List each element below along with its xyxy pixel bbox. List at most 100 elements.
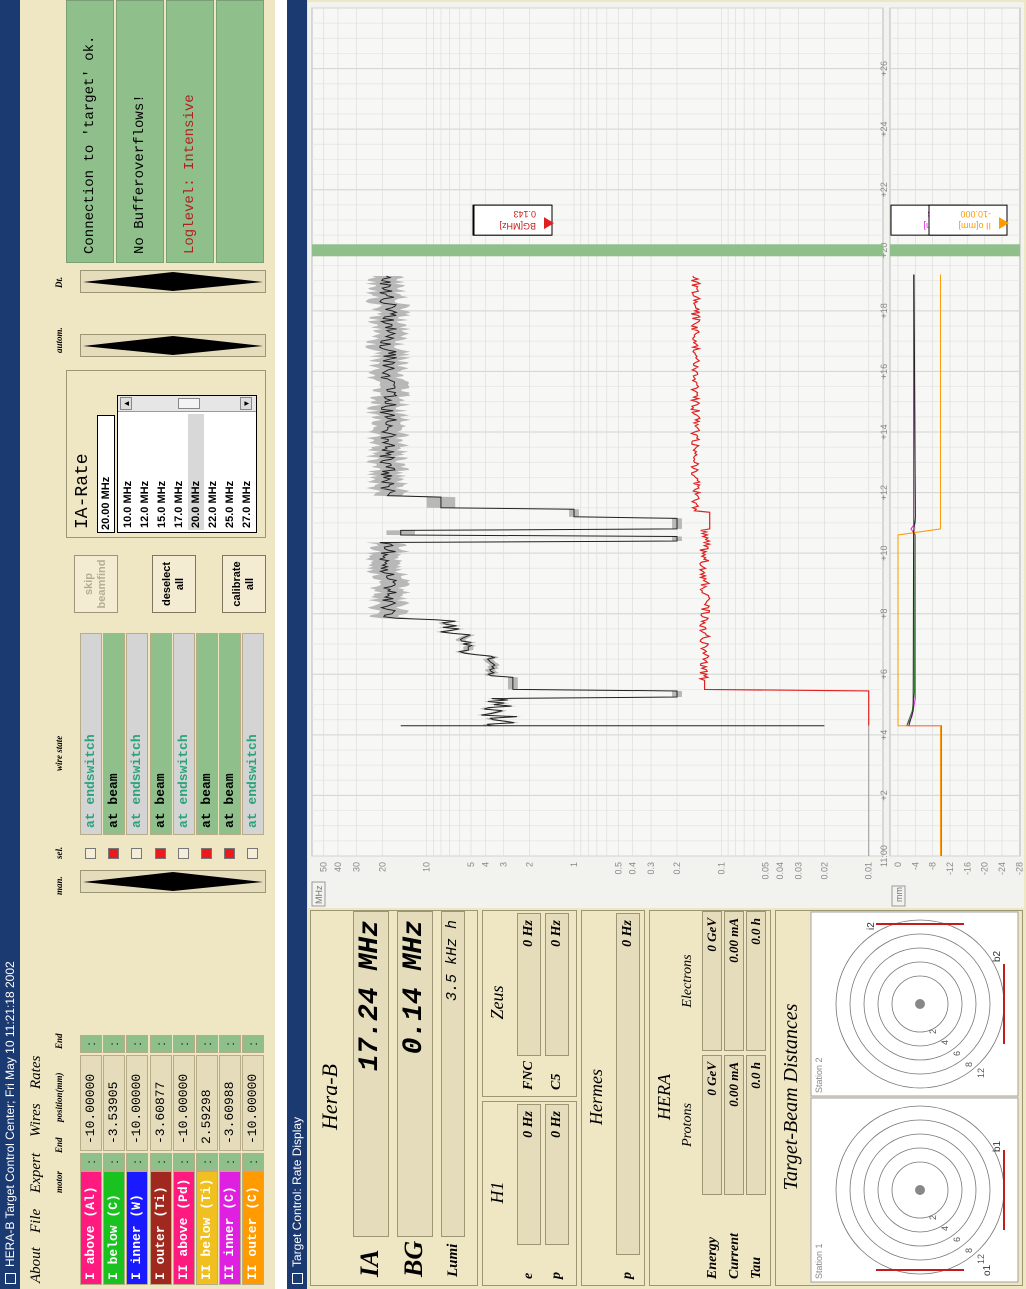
wire-name: II below (Ti) — [196, 1171, 218, 1285]
h1-rows: e 0 Hz p 0 Hz — [517, 1100, 577, 1285]
ia-rate-scrollbar[interactable]: ▲ ▼ — [118, 396, 256, 412]
rate-tick-label: 0.3 — [646, 862, 656, 875]
wire-name: I below (C) — [103, 1171, 126, 1285]
ring-label: 6 — [952, 1051, 962, 1056]
menu-about[interactable]: About — [28, 1247, 45, 1283]
wire-position: -3.53905 — [103, 1055, 126, 1151]
ia-rate-title: IA-Rate — [73, 453, 93, 529]
scroll-thumb[interactable] — [178, 398, 200, 409]
header-dt: Dt. — [54, 276, 64, 288]
select-checkbox[interactable] — [177, 848, 189, 859]
mhz-unit-label: MHz — [314, 885, 324, 904]
menu-file[interactable]: File — [28, 1209, 45, 1233]
menu-expert[interactable]: Expert — [28, 1153, 45, 1193]
scroll-up-icon[interactable]: ▲ — [120, 397, 132, 410]
ia-rate-option[interactable]: 27.0 MHz — [239, 414, 255, 530]
select-checkbox[interactable] — [201, 848, 212, 859]
automatic-slider[interactable] — [80, 334, 266, 357]
hermes-panel: Hermes p 0 Hz — [581, 910, 645, 1286]
b1-label: b1 — [992, 1140, 1003, 1152]
header-sel: sel. — [54, 846, 64, 859]
outer-position-readout-label: II o[mm] — [958, 221, 991, 231]
rate-value: 0 Hz — [616, 913, 640, 1255]
ia-rate-option[interactable]: 10.0 MHz — [120, 414, 136, 530]
ia-rate-option[interactable]: 22.0 MHz — [205, 414, 221, 530]
menu-rates[interactable]: Rates — [28, 1056, 45, 1089]
rate-window-title: Target Control: Rate Display — [290, 1116, 304, 1267]
rate-tick-label: 30 — [351, 862, 361, 872]
rate-tick-label: 0.04 — [775, 862, 785, 880]
ia-rate-option[interactable]: 12.0 MHz — [137, 414, 153, 530]
end-switch-1: : — [242, 1153, 265, 1171]
wire-name: II above (Pd) — [172, 1171, 195, 1285]
wire-state: at endswitch — [242, 633, 265, 835]
select-checkbox[interactable] — [247, 848, 259, 859]
wire-name: II inner (C) — [219, 1171, 242, 1285]
header-man: man. — [54, 876, 64, 895]
rate-tick-label: 0.5 — [613, 862, 623, 875]
mm-tick-label: -4 — [910, 862, 920, 870]
hera-row-label: Current — [727, 1233, 742, 1279]
hera-proton-value: 0.00 mA — [724, 1055, 744, 1195]
calibrate-all-button[interactable]: calibrate all — [222, 555, 266, 613]
select-checkbox[interactable] — [154, 848, 166, 859]
menu-wires[interactable]: Wires — [28, 1103, 45, 1137]
skip-beamfind-button[interactable]: skip beamfind — [74, 555, 118, 613]
hermes-title: Hermes — [586, 1069, 606, 1125]
rate-tick-label: 0.03 — [793, 862, 803, 880]
ia-rate-option[interactable]: 17.0 MHz — [171, 414, 187, 530]
wire-position: -3.60988 — [219, 1055, 242, 1151]
window-menu-icon[interactable] — [5, 1273, 16, 1284]
select-checkbox[interactable] — [131, 848, 143, 859]
rate-value: 0 Hz — [545, 1104, 569, 1245]
manual-slider[interactable] — [80, 870, 266, 893]
time-tick-label: +18 — [879, 303, 889, 318]
hera-rows: Energy 0 GeV 0 GeV Current 0.00 mA 0.00 mA Tau… — [702, 909, 770, 1285]
select-checkbox[interactable] — [85, 848, 96, 859]
rate-label: p — [620, 1272, 635, 1279]
wire-state: at beam — [149, 633, 172, 835]
mm-tick-label: -8 — [928, 862, 938, 870]
rate-label: FNC — [521, 1061, 536, 1090]
distances-panel: Target-Beam Distances Station 1 12 8 6 4 2 o1 b… — [775, 910, 1023, 1286]
wire-state: at beam — [196, 633, 218, 835]
herab-title: Hera-B — [317, 1064, 342, 1130]
rate-window-menu-icon[interactable] — [292, 1273, 303, 1284]
station-name: Station 1 — [814, 1243, 824, 1279]
ring-label: 4 — [940, 1226, 950, 1231]
scroll-down-icon[interactable]: ▼ — [240, 397, 252, 410]
ia-rate-option[interactable]: 15.0 MHz — [154, 414, 170, 530]
select-checkbox[interactable] — [108, 848, 120, 859]
control-window-title: HERA-B Target Control Center; Fri May 10… — [3, 961, 17, 1267]
wire-position: -3.60877 — [149, 1055, 172, 1151]
rate-tick-label: 20 — [377, 862, 387, 872]
rate-value: 0 Hz — [517, 1104, 541, 1245]
end-switch-1: : — [219, 1153, 242, 1171]
ia-rate-value[interactable]: 20.00 MHz — [97, 415, 115, 533]
bg-readout-value: 0.143 — [513, 209, 536, 219]
select-checkbox[interactable] — [224, 848, 236, 859]
end-switch-1: : — [80, 1153, 102, 1171]
time-tick-label: +12 — [879, 485, 889, 500]
time-tick-label: +22 — [879, 182, 889, 197]
ia-rate-list[interactable]: 10.0 MHz 12.0 MHz 15.0 MHz 17.0 MHz 20.0 MHz… — [117, 395, 257, 533]
header-position: position(mm) — [54, 1072, 64, 1122]
time-start-label: 11:00 — [879, 845, 889, 867]
i2-label: i2 — [866, 922, 877, 930]
end-switch-2: : — [242, 1035, 265, 1053]
deselect-all-button[interactable]: deselect all — [152, 555, 196, 613]
rate-tick-label: 0.2 — [672, 862, 682, 875]
rate-tick-label: 0.1 — [716, 862, 726, 875]
rate-title-bar: Target Control: Rate Display — [287, 0, 307, 1289]
bg-readout-label: BG[MHz] — [499, 221, 536, 231]
time-tick-label: +2 — [879, 790, 889, 800]
dt-slider[interactable] — [80, 270, 266, 293]
ia-rate-option[interactable]: 20.0 MHz — [188, 414, 204, 530]
header-end-2: End — [54, 1033, 64, 1049]
hera-electron-value: 0.00 mA — [724, 911, 744, 1051]
wire-state: at endswitch — [80, 633, 102, 835]
rate-tick-label: 0.4 — [628, 862, 638, 875]
ia-rate-option[interactable]: 25.0 MHz — [222, 414, 238, 530]
wire-position: 2.59298 — [196, 1055, 218, 1151]
mm-tick-label: -16 — [962, 862, 972, 875]
